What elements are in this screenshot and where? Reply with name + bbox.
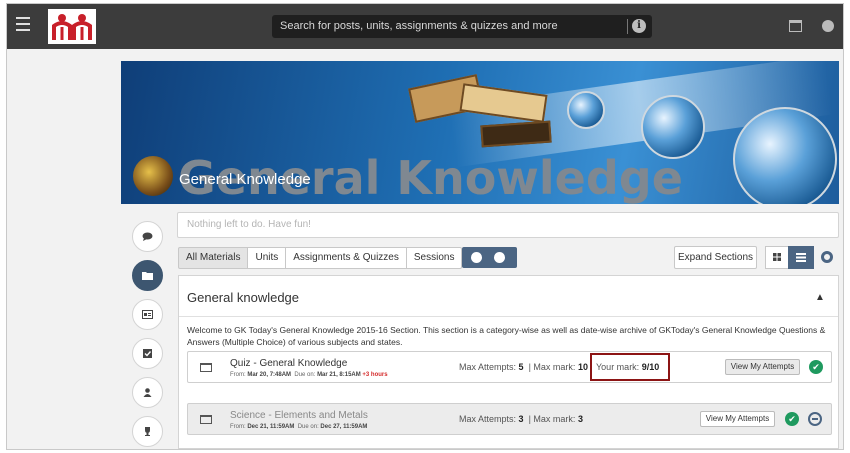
material-row[interactable]: Quiz - General Knowledge From: Mar 20, 7… <box>187 351 832 383</box>
material-title[interactable]: Science - Elements and Metals <box>230 410 368 421</box>
section-title[interactable]: General knowledge <box>187 290 299 305</box>
sidebar-badges-button[interactable] <box>132 416 163 447</box>
calendar-icon[interactable] <box>789 20 802 32</box>
hamburger-icon[interactable] <box>16 17 30 33</box>
tab-assignments-quizzes[interactable]: Assignments & Quizzes <box>286 247 407 269</box>
globe-icon[interactable] <box>822 20 834 32</box>
material-title[interactable]: Quiz - General Knowledge <box>230 358 347 369</box>
tab-all-materials[interactable]: All Materials <box>178 247 249 269</box>
section-description: Welcome to GK Today's General Knowledge … <box>187 325 826 347</box>
course-title: General Knowledge <box>179 171 311 188</box>
search-divider <box>627 19 628 34</box>
late-badge: +3 hours <box>362 372 388 378</box>
view-attempts-button[interactable]: View My Attempts <box>725 359 800 375</box>
search-input[interactable]: Search for posts, units, assignments & q… <box>272 15 652 38</box>
assessment-icon <box>200 363 212 372</box>
completion-filter-toggle <box>462 247 517 268</box>
list-view-button[interactable] <box>788 246 814 269</box>
globe-image <box>567 91 605 129</box>
folder-icon <box>142 272 153 280</box>
material-filter-tabs: All Materials Units Assignments & Quizze… <box>178 247 463 269</box>
material-row[interactable]: Science - Elements and Metals From: Dec … <box>187 403 832 435</box>
list-icon <box>796 253 806 262</box>
gear-icon[interactable] <box>821 251 833 263</box>
completed-check-icon: ✔ <box>785 412 799 426</box>
sidebar-materials-button[interactable] <box>132 260 163 291</box>
your-mark: Your mark: 9/10 <box>590 353 670 381</box>
attempts-info: Max Attempts: 3 | Max mark: 3 <box>459 414 583 424</box>
school-logo[interactable] <box>48 9 96 44</box>
grid-icon <box>773 253 781 261</box>
user-icon <box>143 388 152 397</box>
info-icon[interactable]: i <box>632 19 646 33</box>
course-banner: General Knowledge General Knowledge <box>121 61 839 204</box>
emblem-logo <box>133 156 173 196</box>
check-filter-icon[interactable] <box>471 252 482 263</box>
tab-units[interactable]: Units <box>248 247 287 269</box>
trophy-icon <box>145 427 150 436</box>
top-navbar: Search for posts, units, assignments & q… <box>7 4 843 49</box>
minus-filter-icon[interactable] <box>494 252 505 263</box>
globe-image <box>733 107 837 204</box>
update-input[interactable]: Nothing left to do. Have fun! <box>177 212 839 238</box>
app-window: Search for posts, units, assignments & q… <box>6 3 844 450</box>
completed-check-icon: ✔ <box>809 360 823 374</box>
sidebar-members-button[interactable] <box>132 377 163 408</box>
sidebar-comments-button[interactable] <box>132 221 163 252</box>
attempts-info: Max Attempts: 5 | Max mark: 10 <box>459 362 588 372</box>
expand-sections-button[interactable]: Expand Sections <box>674 246 757 269</box>
grid-view-button[interactable] <box>765 246 789 269</box>
folder-section: General knowledge ▲ Welcome to GK Today'… <box>178 275 839 449</box>
material-dates: From: Dec 21, 11:59AM Due on: Dec 27, 11… <box>230 424 368 430</box>
sidebar-profile-card-button[interactable] <box>132 299 163 330</box>
view-attempts-button[interactable]: View My Attempts <box>700 411 775 427</box>
check-square-icon <box>143 349 152 358</box>
minus-circle-icon[interactable] <box>808 412 822 426</box>
material-dates: From: Mar 20, 7:48AM Due on: Mar 21, 8:1… <box>230 372 388 378</box>
assessment-icon <box>200 415 212 424</box>
chevron-up-icon[interactable]: ▲ <box>815 292 825 303</box>
id-card-icon <box>142 310 153 319</box>
comment-icon <box>142 232 153 241</box>
globe-image <box>641 95 705 159</box>
tab-sessions[interactable]: Sessions <box>406 247 463 269</box>
sidebar-grades-button[interactable] <box>132 338 163 369</box>
